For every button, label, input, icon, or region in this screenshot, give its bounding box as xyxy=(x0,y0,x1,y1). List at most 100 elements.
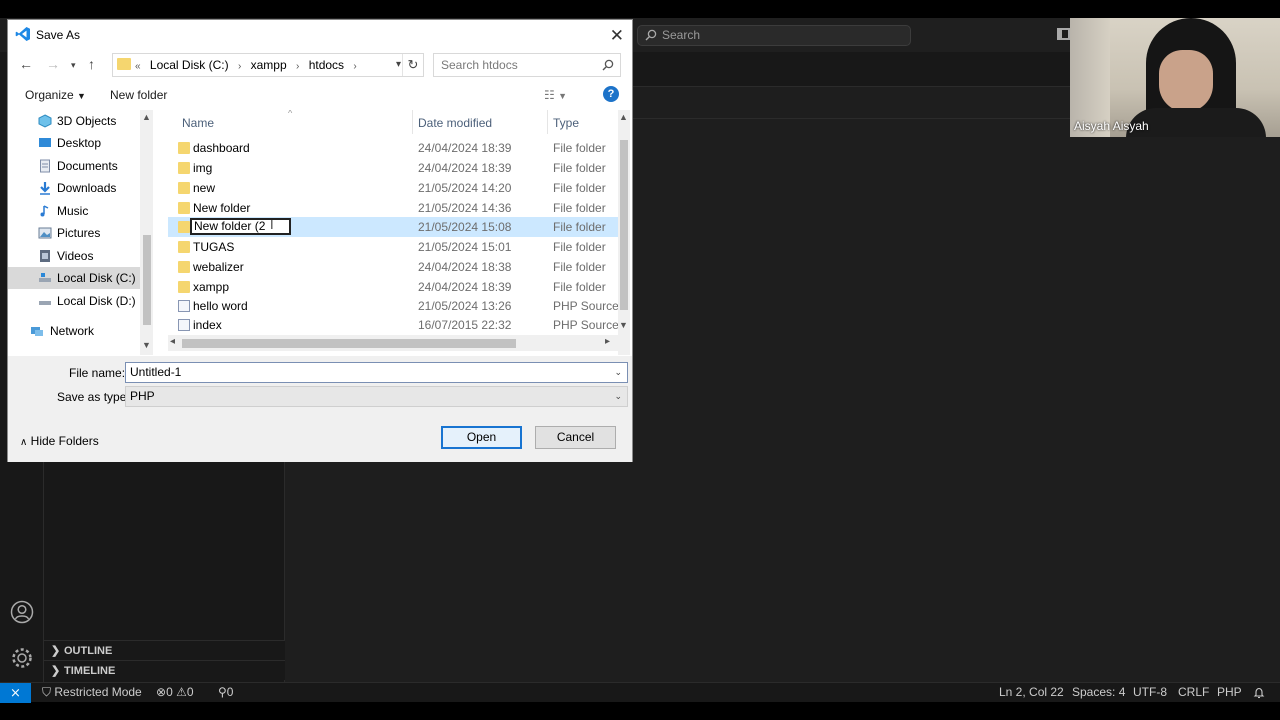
file-row[interactable]: xampp 24/04/2024 18:39 File folder xyxy=(168,277,618,297)
file-name-label: File name: xyxy=(69,366,126,380)
scroll-left-icon[interactable]: ◂ xyxy=(170,336,175,347)
save-type-select[interactable]: PHP ⌄ xyxy=(125,386,628,407)
open-button[interactable]: Open xyxy=(441,426,522,449)
line-ending[interactable]: CRLF xyxy=(1178,683,1209,702)
scrollbar-thumb[interactable] xyxy=(182,339,516,348)
sort-up-icon: ^ xyxy=(288,110,293,118)
chevron-down-icon[interactable]: ⌄ xyxy=(614,387,622,406)
bell-icon[interactable] xyxy=(1253,687,1265,699)
file-row[interactable]: webalizer 24/04/2024 18:38 File folder xyxy=(168,257,618,277)
ports-indicator[interactable]: ⚲0 xyxy=(218,683,233,702)
outline-section[interactable]: ❯ OUTLINE xyxy=(44,640,285,660)
scroll-down-icon[interactable]: ▼ xyxy=(619,320,628,330)
timeline-section[interactable]: ❯ TIMELINE xyxy=(44,660,285,680)
save-type-label: Save as type: xyxy=(57,390,130,404)
breadcrumb-xampp[interactable]: xampp xyxy=(251,58,287,72)
chevron-down-icon[interactable]: ⌄ xyxy=(614,363,622,382)
scroll-up-icon[interactable]: ▲ xyxy=(142,112,151,122)
search-icon xyxy=(645,29,657,41)
cancel-button[interactable]: Cancel xyxy=(535,426,616,449)
help-icon[interactable]: ? xyxy=(603,86,619,102)
folder-icon xyxy=(178,261,190,273)
nav-label: Music xyxy=(57,204,89,218)
problems-indicator[interactable]: ⊗0 ⚠0 xyxy=(156,683,194,702)
scroll-down-icon[interactable]: ▼ xyxy=(142,340,151,350)
toggle-sidebar-icon[interactable] xyxy=(1057,28,1070,40)
search-input[interactable]: Search htdocs xyxy=(433,53,621,77)
scrollbar-thumb[interactable] xyxy=(620,140,628,310)
back-arrow-icon[interactable]: ← xyxy=(19,56,33,72)
address-bar[interactable]: « Local Disk (C:) › xampp › htdocs › ▾ ↻ xyxy=(112,53,424,77)
file-type: File folder xyxy=(553,220,606,234)
file-list-hscrollbar[interactable]: ◂ ▸ xyxy=(168,335,618,351)
file-list-vscrollbar[interactable]: ▲ ▼ xyxy=(618,110,630,355)
chevron-right-icon[interactable]: › xyxy=(296,61,299,72)
nav-item-desktop[interactable]: Desktop xyxy=(8,132,143,154)
indentation[interactable]: Spaces: 4 xyxy=(1072,683,1125,702)
nav-item-music[interactable]: Music xyxy=(8,200,143,222)
nav-scrollbar[interactable]: ▲ ▼ xyxy=(140,110,153,355)
search-icon xyxy=(602,59,614,71)
column-type[interactable]: Type xyxy=(553,116,579,130)
breadcrumb-htdocs[interactable]: htdocs xyxy=(309,58,344,72)
network-icon xyxy=(31,327,43,336)
scrollbar-thumb[interactable] xyxy=(143,235,151,325)
nav-item-local-disk-d[interactable]: Local Disk (D:) xyxy=(8,290,143,312)
scroll-right-icon[interactable]: ▸ xyxy=(605,336,610,347)
column-name[interactable]: Name xyxy=(182,116,214,130)
hide-folders-button[interactable]: ∧ Hide Folders xyxy=(20,434,99,448)
vscode-logo-icon xyxy=(15,27,30,41)
command-search-placeholder: Search xyxy=(662,28,701,42)
file-row-selected[interactable]: New folder (2 I 21/05/2024 15:08 File fo… xyxy=(168,217,618,237)
file-name: hello word xyxy=(193,299,248,313)
nav-item-3d-objects[interactable]: 3D Objects xyxy=(8,110,143,132)
file-row[interactable]: index 16/07/2015 22:32 PHP Source File xyxy=(168,315,618,335)
nav-item-documents[interactable]: Documents xyxy=(8,155,143,177)
file-date: 24/04/2024 18:39 xyxy=(418,161,512,175)
file-row[interactable]: new 21/05/2024 14:20 File folder xyxy=(168,178,618,198)
file-date: 16/07/2015 22:32 xyxy=(418,318,512,332)
refresh-icon[interactable]: ↻ xyxy=(402,54,423,76)
forward-arrow-icon[interactable]: → xyxy=(46,56,60,72)
nav-item-pictures[interactable]: Pictures xyxy=(8,222,143,244)
nav-item-downloads[interactable]: Downloads xyxy=(8,177,143,199)
restricted-mode[interactable]: ⛉ Restricted Mode xyxy=(42,683,142,702)
chevron-right-icon[interactable]: › xyxy=(353,61,356,72)
recent-locations-icon[interactable]: ▾ xyxy=(71,60,76,71)
file-row[interactable]: hello word 21/05/2024 13:26 PHP Source F… xyxy=(168,296,618,316)
nav-item-local-disk-c[interactable]: Local Disk (C:) xyxy=(8,267,143,289)
file-name-value: Untitled-1 xyxy=(130,365,182,379)
organize-button[interactable]: Organize ▼ xyxy=(25,88,86,102)
close-icon[interactable]: ✕ xyxy=(610,26,624,46)
nav-item-network[interactable]: Network xyxy=(8,320,143,342)
file-row[interactable]: img 24/04/2024 18:39 File folder xyxy=(168,158,618,178)
chevron-down-icon[interactable]: ▾ xyxy=(396,54,401,76)
dialog-title: Save As xyxy=(36,28,81,42)
command-bar: Organize ▼ New folder ☷ ▼ ? xyxy=(8,82,632,108)
cursor-position[interactable]: Ln 2, Col 22 xyxy=(999,683,1064,702)
command-search[interactable]: Search xyxy=(637,25,911,46)
drive-icon xyxy=(39,301,51,305)
breadcrumb-drive[interactable]: Local Disk (C:) xyxy=(150,58,229,72)
file-row[interactable]: New folder 21/05/2024 14:36 File folder xyxy=(168,198,618,218)
nav-item-videos[interactable]: Videos xyxy=(8,245,143,267)
account-icon[interactable] xyxy=(10,600,34,624)
encoding[interactable]: UTF-8 xyxy=(1133,683,1167,702)
view-options-icon[interactable]: ☷ ▼ xyxy=(544,88,567,102)
file-row[interactable]: dashboard 24/04/2024 18:39 File folder xyxy=(168,138,618,158)
nav-label: Local Disk (C:) xyxy=(57,271,136,285)
file-name-input[interactable]: Untitled-1 ⌄ xyxy=(125,362,628,383)
file-row[interactable]: TUGAS 21/05/2024 15:01 File folder xyxy=(168,237,618,257)
up-arrow-icon[interactable]: ↑ xyxy=(88,56,95,72)
breadcrumb-overflow[interactable]: « xyxy=(135,61,141,72)
file-date: 21/05/2024 15:01 xyxy=(418,240,512,254)
remote-indicator[interactable]: ⨯ xyxy=(0,683,31,703)
folder-icon xyxy=(178,162,190,174)
scroll-up-icon[interactable]: ▲ xyxy=(619,112,628,122)
language-mode[interactable]: PHP xyxy=(1217,683,1242,702)
new-folder-button[interactable]: New folder xyxy=(110,88,167,102)
column-date[interactable]: Date modified xyxy=(418,116,492,130)
rename-input[interactable]: New folder (2 xyxy=(190,218,291,235)
chevron-right-icon[interactable]: › xyxy=(238,61,241,72)
gear-icon[interactable] xyxy=(10,646,34,670)
